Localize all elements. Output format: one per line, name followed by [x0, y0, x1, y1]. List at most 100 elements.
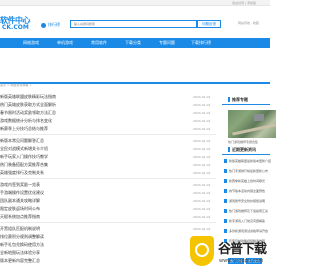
- watermark-text: 谷普下载: [218, 242, 267, 257]
- recommend-thumbnail[interactable]: [228, 110, 276, 138]
- news-item-title[interactable]: 新手游戏入门常见问题解答: [229, 219, 265, 223]
- list-item-date: 2024-01-02: [193, 138, 211, 143]
- list-item-title[interactable]: 排位赛积分规则调整解读: [0, 234, 44, 240]
- list-item[interactable]: 热门装备搭配方案推荐合集 2024-01-02: [0, 162, 216, 169]
- list-item-title[interactable]: 限定皮肤返场时间公布: [0, 206, 40, 212]
- list-item-date: 2024-01-02: [193, 190, 211, 195]
- list-item[interactable]: 开黑组队匹配机制说明 2024-01-02: [0, 226, 216, 233]
- list-item-title[interactable]: 新手玩家入门操作技巧教学: [0, 154, 48, 160]
- news-item[interactable]: 游戏账号安全防护措施说明: [222, 199, 270, 206]
- list-item-date: 2024-01-02: [193, 118, 211, 123]
- recommend-caption[interactable]: 热门游戏推荐专题合集: [228, 140, 258, 144]
- list-item-date: 2024-01-02: [193, 198, 211, 203]
- nav-item-single-games[interactable]: 单机游戏: [48, 38, 82, 48]
- list-item-title[interactable]: 全新地图玩法体验分享: [0, 250, 40, 256]
- list-item-title[interactable]: 新手礼包兑换码使用方法: [0, 242, 44, 248]
- nav-item-software[interactable]: 常用软件: [82, 38, 116, 48]
- nav-item-online-games[interactable]: 网络游戏: [14, 38, 48, 48]
- list-item-date: 2024-01-02: [193, 126, 211, 131]
- news-item[interactable]: 新版英雄联盟最新版本更新介绍: [222, 159, 271, 166]
- list-item-title[interactable]: 天赋系统加点推荐指南: [0, 214, 40, 220]
- news-item-title[interactable]: 游戏账号安全防护措施说明: [229, 199, 265, 203]
- search-input[interactable]: [71, 21, 196, 27]
- list-item-title[interactable]: 英雄强度排行及克制关系: [0, 170, 44, 176]
- thumbnail-road: [232, 123, 276, 136]
- list-item[interactable]: 天赋系统加点推荐指南 2024-01-02: [0, 214, 216, 221]
- list-item-title[interactable]: 团队副本通关攻略详解: [0, 198, 40, 204]
- list-item[interactable]: 团队副本通关攻略详解 2024-01-02: [0, 198, 216, 205]
- section-marker: [228, 97, 230, 102]
- list-item-title[interactable]: 热门装备搭配方案推荐合集: [0, 162, 48, 168]
- list-item[interactable]: 全新地图玩法体验分享2024-01-02: [0, 250, 216, 257]
- bullet-icon: [224, 209, 227, 213]
- list-item[interactable]: 新手礼包兑换码使用方法2024-01-02: [0, 242, 216, 249]
- recommend-section-title: 推荐专题: [232, 97, 248, 102]
- bullet-icon: [224, 229, 227, 233]
- list-item[interactable]: 热门英雄皮肤获取方式全面解析 2024-01-02: [0, 102, 216, 109]
- list-item[interactable]: 限定皮肤返场时间公布 2024-01-02: [0, 206, 216, 213]
- article-list: 新版英雄联盟皮肤精彩玩法指南 2024-01-02 热门英雄皮肤获取方式全面解析 2…: [0, 88, 216, 272]
- news-item[interactable]: 热门手游排行榜最新更新公布: [222, 169, 270, 176]
- list-item-title[interactable]: 新版本常见问题解答汇总: [0, 138, 44, 144]
- list-item[interactable]: 春节限时活动奖励领取方法汇总 2024-01-02: [0, 110, 216, 117]
- list-item-title[interactable]: 游戏数据统计分析与排名变化: [0, 118, 52, 124]
- list-item[interactable]: 新赛季上分技巧总结与推荐 2024-01-02: [0, 126, 216, 133]
- recommend-section-header: 推荐专题: [222, 96, 270, 105]
- list-item-date: 2024-01-02: [193, 214, 211, 219]
- list-item[interactable]: 新手玩家入门操作技巧教学 2024-01-02: [0, 154, 216, 161]
- nav-item-categories[interactable]: 下载分类: [116, 38, 150, 48]
- news-item-title[interactable]: 新赛季新英雄上线时间曝光: [229, 179, 265, 183]
- site-header: 软件中心 CK.COM 排行榜 问题反馈 网站导航 · 收藏: [0, 6, 270, 36]
- ranking-link[interactable]: 排行榜: [41, 22, 60, 28]
- news-item-title[interactable]: 新版英雄联盟最新版本更新介绍: [229, 159, 271, 163]
- list-item[interactable]: 游戏数据统计分析与排名变化 2024-01-02: [0, 118, 216, 125]
- list-item[interactable]: 排位赛积分规则调整解读2024-01-02: [0, 234, 216, 241]
- breadcrumb[interactable]: 首页 > 网络游戏攻略 >: [0, 83, 32, 87]
- site-logo[interactable]: 软件中心 CK.COM: [0, 15, 31, 31]
- list-item[interactable]: 游戏内签到奖励一览表 2024-01-02: [0, 182, 216, 189]
- news-item[interactable]: 多款新游戏测试资格申请开启: [222, 229, 270, 236]
- news-item-title[interactable]: 多款新游戏测试资格申请开启: [229, 229, 268, 233]
- nav-item-topics[interactable]: 专题问题: [150, 38, 184, 48]
- news-item[interactable]: 新赛季新英雄上线时间曝光: [222, 179, 270, 186]
- bullet-icon: [224, 219, 227, 223]
- bullet-icon: [224, 159, 227, 163]
- list-item-title[interactable]: 开黑组队匹配机制说明: [0, 226, 40, 232]
- header-right-links[interactable]: 网站导航 · 收藏: [238, 21, 259, 25]
- list-item-date: 2024-01-02: [193, 146, 211, 151]
- news-item-title[interactable]: 春节版本活动内容全面预告: [229, 189, 265, 193]
- list-item-date: 2024-01-02: [193, 94, 211, 99]
- list-item[interactable]: 新版本常见问题解答汇总 2024-01-02: [0, 138, 216, 145]
- news-item[interactable]: 春节版本活动内容全面预告: [222, 189, 270, 196]
- list-item-title[interactable]: 新版英雄联盟皮肤精彩玩法指南: [0, 94, 56, 100]
- top-bar-links[interactable]: 欢迎访问 | 手机版: [232, 1, 256, 5]
- list-item-title[interactable]: 游戏内签到奖励一览表: [0, 182, 40, 188]
- list-item-title[interactable]: 春节限时活动奖励领取方法汇总: [0, 110, 56, 116]
- list-item[interactable]: 全民对战模式新增关卡介绍 2024-01-02: [0, 146, 216, 153]
- list-item-date: 2024-01-02: [193, 102, 211, 107]
- list-item-date: 2024-01-02: [193, 162, 211, 167]
- list-item[interactable]: 英雄强度排行及克制关系 2024-01-02: [0, 170, 216, 177]
- list-item-title[interactable]: 热门英雄皮肤获取方式全面解析: [0, 102, 56, 108]
- news-item[interactable]: 新手游戏入门常见问题解答: [222, 219, 270, 226]
- news-item-title[interactable]: 热门手游排行榜最新更新公布: [229, 169, 268, 173]
- list-item-title[interactable]: 新赛季上分技巧总结与推荐: [0, 126, 48, 132]
- list-item[interactable]: 新版英雄联盟皮肤精彩玩法指南 2024-01-02: [0, 94, 216, 101]
- thumbnail-building: [254, 114, 264, 121]
- list-item-title[interactable]: 手游端操作设置优化建议: [0, 190, 44, 196]
- shield-logo-icon: [190, 236, 214, 266]
- bullet-icon: [224, 199, 227, 203]
- logo-line2: CK.COM: [2, 24, 29, 31]
- list-item-title[interactable]: 版本更新内容完整汇总: [0, 258, 40, 264]
- list-item-date: 2024-01-02: [193, 182, 211, 187]
- list-item[interactable]: 手游端操作设置优化建议 2024-01-02: [0, 190, 216, 197]
- news-item[interactable]: 热门游戏推荐及下载指南汇总: [222, 209, 270, 216]
- bullet-icon: [224, 179, 227, 183]
- list-item-date: 2024-01-02: [193, 110, 211, 115]
- list-item[interactable]: 版本更新内容完整汇总2024-01-02: [0, 258, 216, 265]
- search-input-wrapper: [70, 20, 197, 28]
- list-item-title[interactable]: 全民对战模式新增关卡介绍: [0, 146, 48, 152]
- search-button[interactable]: 问题反馈: [197, 20, 221, 28]
- news-item-title[interactable]: 热门游戏推荐及下载指南汇总: [229, 209, 268, 213]
- nav-item-ranking[interactable]: 下载排行榜: [184, 38, 218, 48]
